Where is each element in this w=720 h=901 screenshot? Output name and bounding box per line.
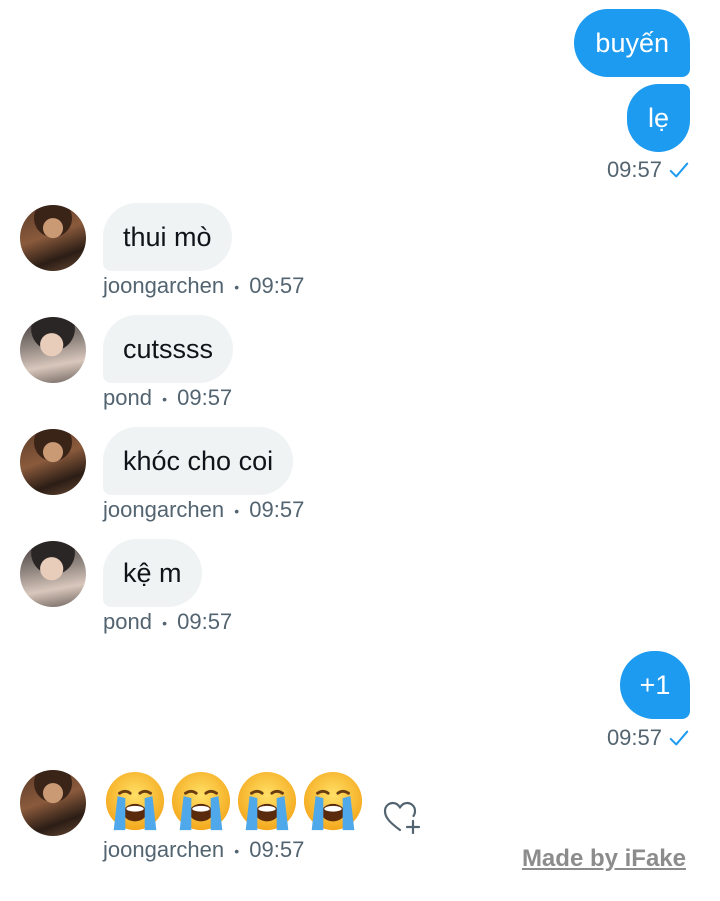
crying-face-icon [171,771,231,831]
outgoing-message-bubble[interactable]: lẹ [627,84,690,152]
incoming-message-bubble[interactable]: thui mò [103,203,232,271]
avatar[interactable] [20,429,86,495]
message-text: khóc cho coi [123,445,274,476]
sender-name: pond [103,385,152,410]
meta-separator: • [234,279,240,296]
message-meta: pond • 09:57 [103,609,232,635]
crying-face-icon [237,771,297,831]
message-meta: joongarchen • 09:57 [103,497,304,523]
check-icon [669,730,689,746]
heart-add-icon[interactable] [383,800,421,834]
avatar[interactable] [20,205,86,271]
avatar[interactable] [20,770,86,836]
meta-separator: • [162,615,167,632]
meta-separator: • [162,391,167,408]
message-meta: 09:57 [607,157,690,183]
incoming-message-bubble[interactable]: kệ m [103,539,202,607]
timestamp: 09:57 [177,609,233,634]
timestamp: 09:57 [177,385,233,410]
emoji-message[interactable] [104,770,364,832]
avatar[interactable] [20,317,86,383]
sender-name: joongarchen [103,497,225,522]
crying-face-icon [303,771,363,831]
message-text: lẹ [647,102,669,133]
meta-separator: • [234,843,240,860]
sender-name: joongarchen [103,273,225,298]
timestamp: 09:57 [606,725,662,750]
meta-separator: • [234,503,240,520]
timestamp: 09:57 [249,497,305,522]
message-meta: pond • 09:57 [103,385,232,411]
message-text: cutssss [123,333,214,364]
message-text: +1 [639,669,671,700]
message-text: buyến [595,27,669,58]
outgoing-message-bubble[interactable]: buyến [574,9,690,77]
watermark: Made by iFake [521,845,686,872]
incoming-message-bubble[interactable]: cutssss [103,315,234,383]
message-text: thui mò [123,221,212,252]
incoming-message-bubble[interactable]: khóc cho coi [103,427,294,495]
check-icon [669,162,689,178]
crying-face-icon [105,771,165,831]
message-text: kệ m [123,557,182,588]
timestamp: 09:57 [606,157,662,182]
sender-name: pond [103,609,152,634]
message-meta: joongarchen • 09:57 [103,837,304,863]
timestamp: 09:57 [249,837,305,862]
avatar[interactable] [20,541,86,607]
message-meta: 09:57 [607,725,690,751]
outgoing-message-bubble[interactable]: +1 [620,651,690,719]
sender-name: joongarchen [103,837,225,862]
message-meta: joongarchen • 09:57 [103,273,304,299]
timestamp: 09:57 [249,273,305,298]
